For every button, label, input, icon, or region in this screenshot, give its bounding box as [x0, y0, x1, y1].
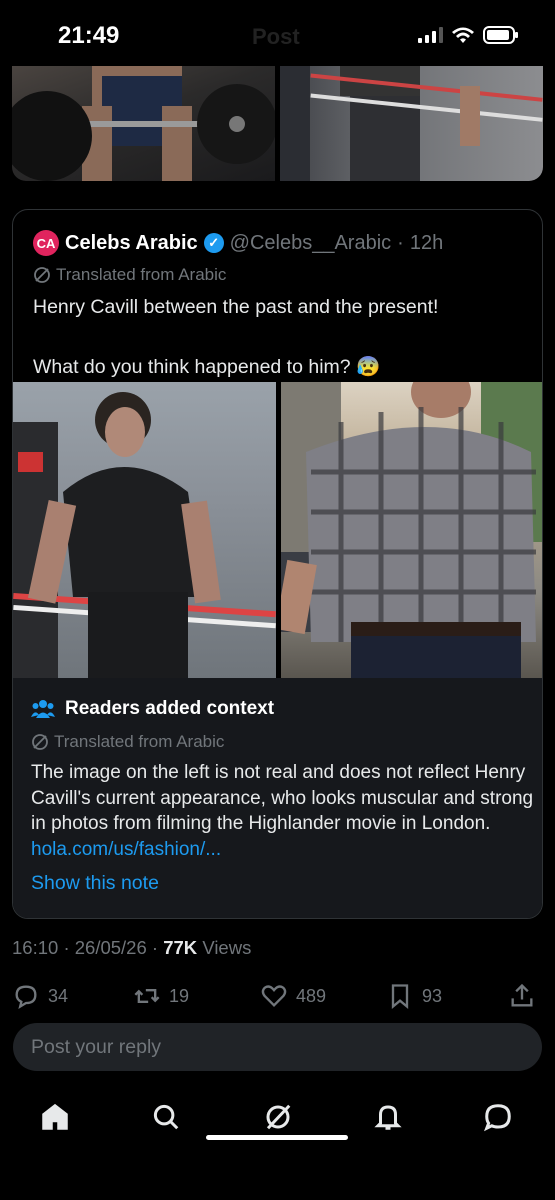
post-age: 12h — [409, 231, 444, 254]
quoted-post-card[interactable]: CA Celebs Arabic ✓ @Celebs__Arabic · 12h… — [12, 209, 543, 919]
image-right-plaid-shirt[interactable] — [281, 382, 542, 678]
notifications-icon — [374, 1105, 402, 1130]
post-image-gym[interactable] — [12, 66, 277, 181]
verified-badge-icon: ✓ — [203, 233, 224, 253]
translation-label-text: Translated from Arabic — [56, 265, 227, 284]
bookmark-icon — [391, 984, 409, 1009]
home-indicator[interactable] — [206, 1135, 348, 1140]
community-note-title-text: Readers added context — [65, 698, 275, 719]
community-note-text: The image on the left is not real and do… — [31, 762, 534, 834]
show-this-note-link[interactable]: Show this note — [31, 872, 159, 895]
like-button[interactable]: 489 — [260, 982, 326, 1010]
like-icon — [261, 985, 287, 1007]
street-photo-illustration — [280, 66, 543, 181]
readers-people-icon — [31, 700, 55, 718]
like-count: 489 — [296, 985, 327, 1006]
author-display-name[interactable]: Celebs Arabic — [65, 232, 198, 255]
nav-search[interactable] — [149, 1100, 183, 1134]
share-button[interactable] — [508, 982, 536, 1010]
views-count[interactable]: 77K — [163, 937, 197, 958]
repost-icon — [134, 989, 160, 1003]
community-note-title: Readers added context — [31, 698, 274, 720]
home-icon — [42, 1103, 68, 1130]
reply-count: 34 — [48, 985, 69, 1006]
quoted-post-header: CA Celebs Arabic ✓ @Celebs__Arabic · 12h — [33, 230, 443, 256]
post-date: 26/05/26 — [74, 937, 147, 958]
post-time: 16:10 — [12, 937, 59, 958]
note-translation-label: Translated from Arabic — [31, 732, 224, 752]
nav-messages[interactable] — [481, 1100, 515, 1134]
community-note-source-link[interactable]: hola.com/us/fashion/... — [31, 839, 221, 860]
bookmark-count: 93 — [422, 985, 443, 1006]
post-media-strip[interactable] — [12, 66, 543, 181]
note-translation-label-text: Translated from Arabic — [54, 732, 225, 751]
grok-icon — [266, 1104, 291, 1130]
cellular-signal-icon — [418, 27, 443, 43]
translation-label: Translated from Arabic — [33, 265, 226, 285]
share-icon — [511, 983, 533, 1007]
meta-separator: · — [151, 937, 159, 958]
messages-icon — [484, 1104, 511, 1132]
left-photo-illustration — [13, 392, 276, 678]
quoted-post-media[interactable] — [13, 382, 542, 678]
status-icons — [418, 26, 519, 44]
views-label: Views — [202, 937, 252, 958]
quoted-post-line-1: Henry Cavill between the past and the pr… — [33, 296, 439, 318]
meta-separator: · — [63, 937, 70, 958]
translate-icon — [34, 267, 50, 283]
header-title-faded: Post — [252, 24, 300, 49]
bottom-navigation — [0, 1090, 555, 1150]
search-icon — [153, 1104, 179, 1130]
repost-count: 19 — [169, 985, 190, 1006]
post-image-street[interactable] — [280, 66, 543, 181]
nav-notifications[interactable] — [371, 1100, 405, 1134]
translate-icon — [32, 734, 48, 750]
reply-input[interactable]: Post your reply — [13, 1023, 542, 1071]
battery-icon — [483, 26, 518, 44]
gym-photo-illustration — [12, 66, 277, 181]
reply-button[interactable]: 34 — [12, 982, 68, 1010]
status-time: 21:49 — [58, 22, 120, 49]
nav-grok[interactable] — [261, 1100, 295, 1134]
image-left-black-tshirt[interactable] — [13, 382, 276, 678]
celebs-arabic-avatar[interactable]: CA — [33, 230, 59, 256]
wifi-icon — [452, 27, 474, 43]
bookmark-button[interactable]: 93 — [386, 982, 442, 1010]
post-actions: 34 19 489 93 — [12, 982, 543, 1012]
community-note-body: The image on the left is not real and do… — [31, 760, 536, 862]
status-bar: 21:49 Post — [0, 0, 555, 64]
right-photo-illustration — [281, 382, 542, 678]
reply-icon — [15, 985, 37, 1009]
post-meta: 16:10 · 26/05/26 · 77K Views — [12, 937, 251, 959]
community-note[interactable]: Readers added context Translated from Ar… — [13, 678, 542, 918]
repost-button[interactable]: 19 — [133, 982, 189, 1010]
quoted-post-line-2: What do you think happened to him? 😰 — [33, 356, 381, 378]
author-handle[interactable]: @Celebs__Arabic — [230, 232, 392, 255]
nav-home[interactable] — [38, 1100, 72, 1134]
separator-dot: · — [397, 231, 404, 254]
